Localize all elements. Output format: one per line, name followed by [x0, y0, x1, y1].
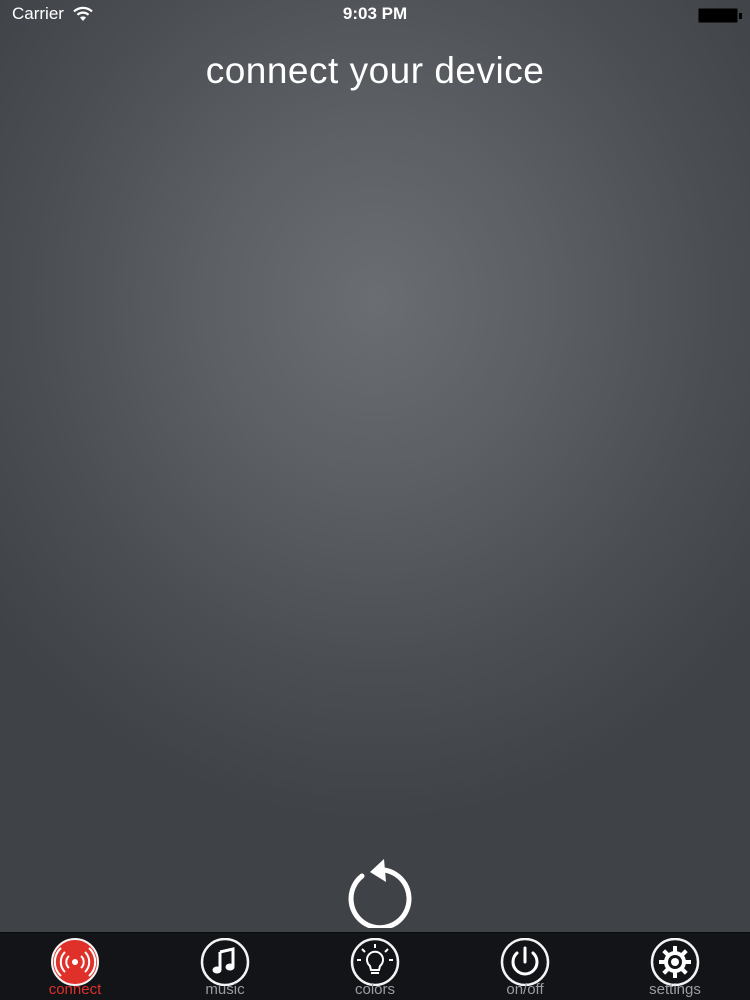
broadcast-icon	[51, 938, 99, 986]
page-title: connect your device	[205, 50, 545, 91]
status-time: 9:03 PM	[342, 4, 408, 23]
tab-colors[interactable]: colors	[300, 933, 450, 1000]
gear-icon	[650, 938, 700, 986]
tab-bar: connect music colors on/off settings	[0, 932, 750, 1000]
power-icon	[500, 938, 550, 986]
lightbulb-icon	[350, 938, 400, 986]
tab-music[interactable]: music	[150, 933, 300, 1000]
tab-label-music: music	[205, 981, 245, 998]
tab-connect[interactable]: connect	[0, 933, 150, 1000]
status-bar: Carrier 9:03 PM	[0, 0, 750, 30]
tab-settings[interactable]: settings	[600, 933, 750, 1000]
battery-icon	[698, 8, 742, 23]
music-note-icon	[200, 938, 250, 986]
tab-label-connect: connect	[48, 981, 102, 998]
tab-label-settings: settings	[649, 981, 701, 998]
refresh-icon	[348, 859, 412, 931]
tab-on-off[interactable]: on/off	[450, 933, 600, 1000]
refresh-button[interactable]	[336, 858, 416, 931]
tab-label-colors: colors	[354, 981, 395, 998]
tab-label-on-off: on/off	[506, 981, 544, 998]
